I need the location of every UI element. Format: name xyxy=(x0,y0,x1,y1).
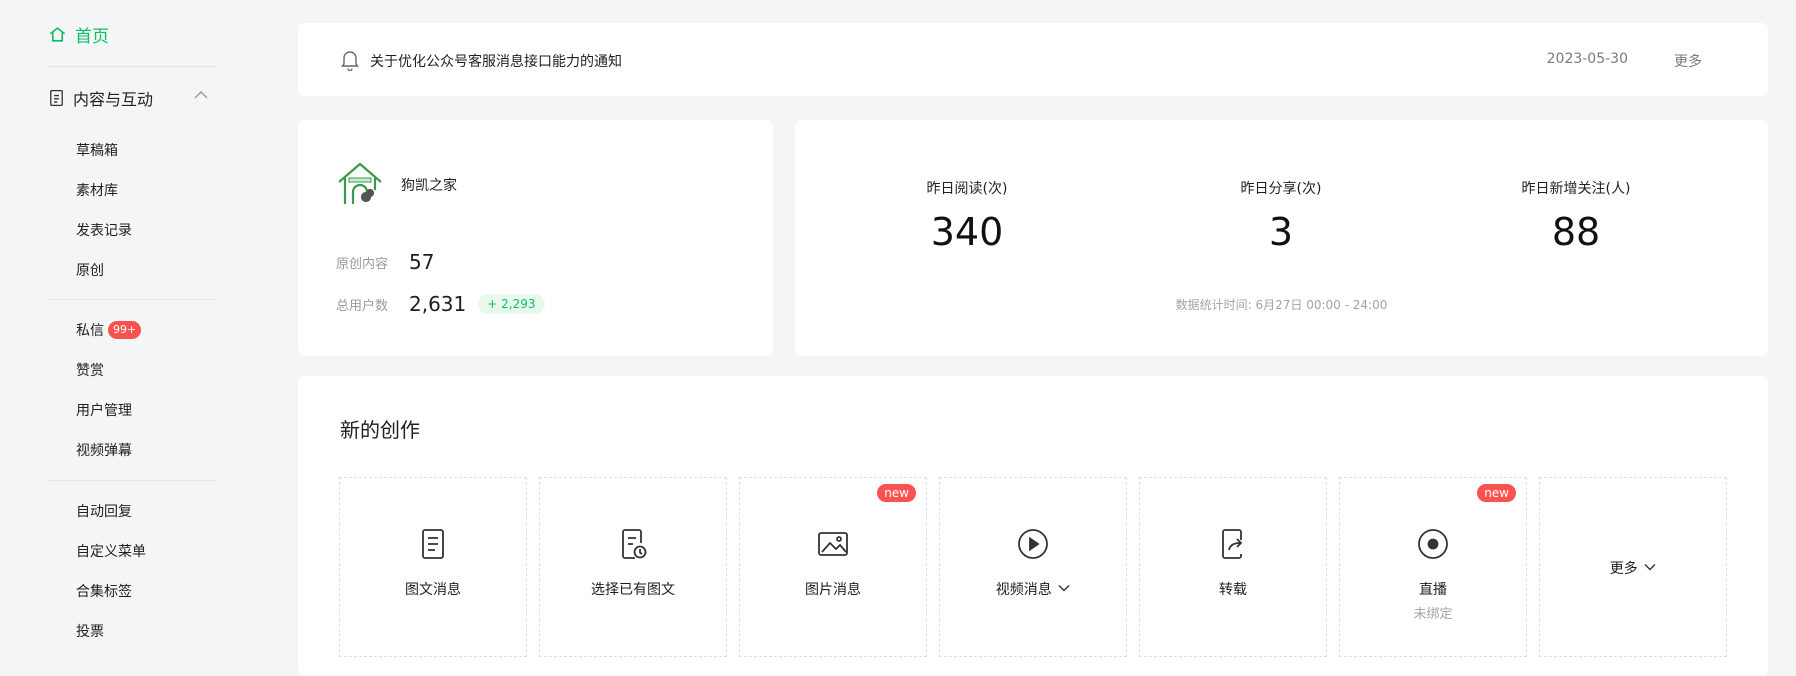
live-tile[interactable]: new 直播 未绑定 xyxy=(1339,477,1527,657)
tile-label: 图文消息 xyxy=(405,582,461,598)
sidebar-item-video-danmaku[interactable]: 视频弹幕 xyxy=(76,440,132,460)
sidebar: 首页 内容与互动 草稿箱 素材库 发表记录 原创 私信 99+ 赞赏 用户管理 … xyxy=(0,0,270,663)
sidebar-item-label: 视频弹幕 xyxy=(76,443,132,459)
sidebar-item-label: 投票 xyxy=(76,624,104,640)
bell-icon xyxy=(341,51,359,71)
sidebar-item-collection-tags[interactable]: 合集标签 xyxy=(76,581,132,601)
tile-label: 更多 xyxy=(1540,558,1726,578)
article-icon xyxy=(422,529,444,559)
sidebar-item-vote[interactable]: 投票 xyxy=(76,621,104,641)
repost-tile[interactable]: 转载 xyxy=(1139,477,1327,657)
original-content-label: 原创内容 xyxy=(336,256,389,272)
stats-card: 昨日阅读(次) 340 昨日分享(次) 3 昨日新增关注(人) 88 数据统计时… xyxy=(795,120,1768,356)
sidebar-item-label: 合集标签 xyxy=(76,584,132,600)
sidebar-item-materials[interactable]: 素材库 xyxy=(76,180,118,200)
metric-value: 88 xyxy=(1551,210,1601,254)
tile-label-text: 更多 xyxy=(1609,561,1638,577)
sidebar-group-label: 内容与互动 xyxy=(73,90,154,109)
create-title: 新的创作 xyxy=(340,418,420,442)
sidebar-item-custom-menu[interactable]: 自定义菜单 xyxy=(76,541,146,561)
metric-shares: 昨日分享(次) 3 xyxy=(1161,178,1401,254)
chevron-up-icon[interactable] xyxy=(194,90,208,100)
tile-label: 转载 xyxy=(1219,582,1247,598)
metric-new-followers: 昨日新增关注(人) 88 xyxy=(1456,178,1696,254)
sidebar-item-label: 自动回复 xyxy=(76,504,132,520)
sidebar-item-drafts[interactable]: 草稿箱 xyxy=(76,140,118,160)
sidebar-item-label: 赞赏 xyxy=(76,363,104,379)
notice-title[interactable]: 关于优化公众号客服消息接口能力的通知 xyxy=(370,51,622,71)
tile-label: 图片消息 xyxy=(805,582,861,598)
video-message-tile[interactable]: 视频消息 xyxy=(939,477,1127,657)
metric-label: 昨日阅读(次) xyxy=(926,181,1008,197)
sidebar-item-rewards[interactable]: 赞赏 xyxy=(76,360,104,380)
tile-sublabel: 未绑定 xyxy=(1413,607,1453,622)
stats-time-note: 数据统计时间: 6月27日 00:00 - 24:00 xyxy=(1175,298,1388,312)
image-message-tile[interactable]: new 图片消息 xyxy=(739,477,927,657)
repost-icon xyxy=(1222,529,1243,559)
message-count-badge: 99+ xyxy=(108,321,142,339)
original-content-value: 57 xyxy=(409,250,435,274)
metric-label: 昨日分享(次) xyxy=(1240,181,1322,197)
notice-more-link[interactable]: 更多 xyxy=(1674,51,1702,71)
sidebar-item-label: 草稿箱 xyxy=(76,143,118,159)
chevron-down-icon[interactable] xyxy=(1058,584,1070,592)
sidebar-item-label: 首页 xyxy=(75,27,109,47)
account-name[interactable]: 狗凯之家 xyxy=(401,175,457,195)
home-icon xyxy=(49,27,66,42)
notice-bar: 关于优化公众号客服消息接口能力的通知 2023-05-30 更多 xyxy=(298,23,1768,96)
new-badge: new xyxy=(1477,484,1516,502)
sidebar-item-label: 私信 xyxy=(76,323,104,339)
metric-reads: 昨日阅读(次) 340 xyxy=(847,178,1087,254)
play-icon xyxy=(1018,529,1048,559)
total-users-row: 总用户数 2,631 + 2,293 xyxy=(336,292,545,316)
tile-label: 选择已有图文 xyxy=(591,582,675,598)
metric-value: 3 xyxy=(1268,210,1294,254)
divider xyxy=(48,299,216,300)
sidebar-item-messages[interactable]: 私信 99+ xyxy=(76,320,142,340)
existing-article-icon xyxy=(622,529,647,559)
image-icon xyxy=(818,532,848,556)
live-icon xyxy=(1418,529,1448,559)
tile-label: 视频消息 xyxy=(940,579,1126,599)
sidebar-item-home[interactable]: 首页 xyxy=(48,22,109,47)
tile-label-text: 视频消息 xyxy=(995,582,1052,598)
sidebar-item-label: 用户管理 xyxy=(76,403,132,419)
sidebar-group-content[interactable]: 内容与互动 xyxy=(48,86,216,110)
divider xyxy=(48,480,216,481)
document-icon xyxy=(50,89,63,107)
sidebar-item-user-management[interactable]: 用户管理 xyxy=(76,400,132,420)
sidebar-item-label: 发表记录 xyxy=(76,223,132,239)
divider xyxy=(48,66,216,67)
tile-label: 直播 xyxy=(1419,582,1447,598)
total-users-value: 2,631 xyxy=(409,292,467,316)
sidebar-item-auto-reply[interactable]: 自动回复 xyxy=(76,501,132,521)
account-logo xyxy=(338,162,382,204)
chevron-down-icon[interactable] xyxy=(1644,563,1656,571)
sidebar-item-label: 自定义菜单 xyxy=(76,544,146,560)
sidebar-item-publish-records[interactable]: 发表记录 xyxy=(76,220,132,240)
new-badge: new xyxy=(877,484,916,502)
account-card: 狗凯之家 原创内容 57 总用户数 2,631 + 2,293 xyxy=(298,120,773,356)
sidebar-item-original[interactable]: 原创 xyxy=(76,260,104,280)
select-existing-article-tile[interactable]: 选择已有图文 xyxy=(539,477,727,657)
create-article-tile[interactable]: 图文消息 xyxy=(339,477,527,657)
sidebar-item-label: 素材库 xyxy=(76,183,118,199)
notice-date: 2023-05-30 xyxy=(1546,51,1628,67)
more-tile[interactable]: 更多 xyxy=(1539,477,1727,657)
sidebar-item-label: 原创 xyxy=(76,263,104,279)
create-section: 新的创作 图文消息 选择已有图文 new 图片消息 视频消息 转载 new 直播… xyxy=(298,376,1768,676)
metric-value: 340 xyxy=(930,210,1004,254)
original-content-row: 原创内容 57 xyxy=(336,250,434,274)
total-users-label: 总用户数 xyxy=(336,298,389,314)
users-growth-badge: + 2,293 xyxy=(478,294,545,314)
metric-label: 昨日新增关注(人) xyxy=(1521,181,1631,197)
